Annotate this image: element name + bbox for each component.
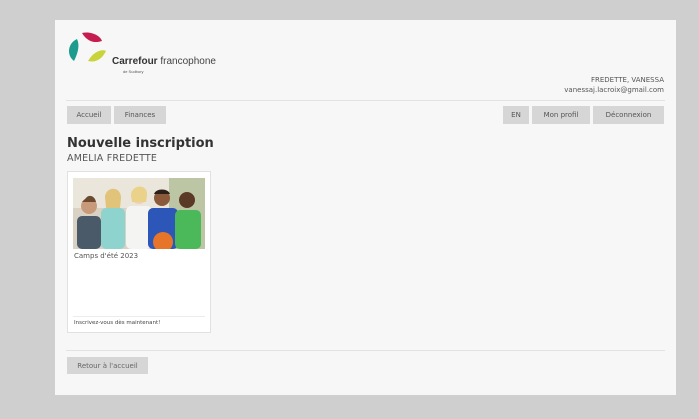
language-button[interactable]: EN bbox=[503, 106, 529, 124]
user-info: FREDETTE, VANESSA vanessaj.lacroix@gmail… bbox=[564, 75, 664, 95]
logout-button[interactable]: Déconnexion bbox=[593, 106, 664, 124]
header-divider bbox=[66, 100, 665, 101]
brand-subline: de Sudbury bbox=[123, 69, 144, 74]
logo-petals-icon bbox=[68, 32, 106, 62]
page-subtitle: AMELIA FREDETTE bbox=[67, 153, 158, 164]
footer-divider bbox=[66, 350, 665, 351]
finances-button[interactable]: Finances bbox=[114, 106, 166, 124]
brand-name-bold: Carrefour bbox=[112, 56, 158, 67]
program-footer: Inscrivez-vous dès maintenant! bbox=[74, 320, 161, 326]
carrefour-logo[interactable]: Carrefour francophone de Sudbury bbox=[66, 31, 236, 75]
home-button[interactable]: Accueil bbox=[67, 106, 111, 124]
program-name: Camps d'été 2023 bbox=[74, 252, 139, 260]
brand-name-rest: francophone bbox=[160, 56, 216, 67]
back-home-button[interactable]: Retour à l'accueil bbox=[67, 357, 148, 374]
user-email: vanessaj.lacroix@gmail.com bbox=[564, 86, 664, 94]
program-card[interactable]: Camps d'été 2023 Inscrivez-vous dès main… bbox=[67, 171, 211, 333]
brand-name: Carrefour francophone bbox=[112, 57, 216, 67]
program-photo bbox=[73, 178, 205, 249]
page-title: Nouvelle inscription bbox=[67, 136, 214, 151]
card-divider bbox=[73, 316, 205, 317]
page-container: Carrefour francophone de Sudbury FREDETT… bbox=[55, 20, 676, 395]
profile-button[interactable]: Mon profil bbox=[532, 106, 590, 124]
user-name: FREDETTE, VANESSA bbox=[590, 76, 664, 84]
